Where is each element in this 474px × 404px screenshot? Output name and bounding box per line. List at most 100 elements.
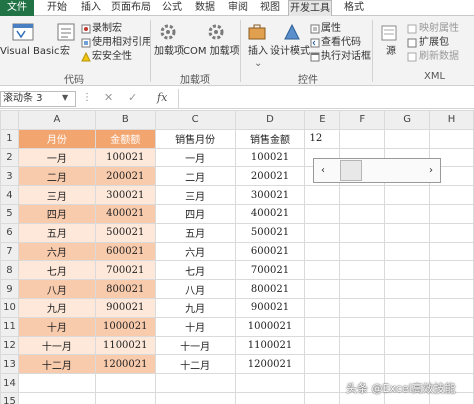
cell[interactable] [384,185,431,205]
cell[interactable] [304,316,341,337]
cell[interactable] [234,373,306,393]
cell[interactable] [429,335,474,356]
row-header[interactable]: 8 [0,260,19,281]
table-cell[interactable]: 200021 [94,166,156,187]
table-cell[interactable]: 200021 [234,166,306,187]
cell[interactable] [304,222,341,243]
cell[interactable] [304,335,341,356]
table-cell[interactable]: 500021 [234,222,306,243]
run-dialog-button[interactable]: 执行对话框 [321,51,371,63]
cell[interactable] [304,185,341,205]
row-header[interactable]: 13 [0,354,19,375]
cell[interactable] [429,354,474,375]
cell[interactable] [234,391,306,404]
row-header[interactable]: 12 [0,335,19,356]
select-all-corner[interactable] [0,110,19,130]
cell[interactable] [384,260,431,281]
cell[interactable] [384,335,431,356]
cell[interactable] [304,241,341,262]
cell[interactable] [304,279,341,299]
tab-review[interactable]: 审阅 [225,0,251,16]
cell[interactable] [429,222,474,243]
cell-header-month[interactable]: 月份 [17,128,96,149]
table-cell[interactable]: 十一月 [154,335,236,356]
cell[interactable] [154,373,236,393]
cell[interactable] [429,279,474,299]
confirm-icon[interactable]: ✓ [128,91,137,104]
table-cell[interactable]: 900021 [94,297,156,318]
tab-insert[interactable]: 插入 [78,0,104,16]
cell[interactable] [339,354,386,375]
tab-developer[interactable]: 开发工具 [288,0,332,17]
column-header[interactable]: A [17,110,96,130]
cell[interactable] [304,354,341,375]
table-cell[interactable]: 300021 [234,185,306,205]
table-cell[interactable]: 十月 [154,316,236,337]
cell-header-sales-amount[interactable]: 销售金额 [234,128,306,149]
table-cell[interactable]: 800021 [94,279,156,299]
cell[interactable] [384,316,431,337]
table-cell[interactable]: 一月 [17,147,96,168]
row-header[interactable]: 3 [0,166,19,187]
tab-data[interactable]: 数据 [192,0,218,16]
table-cell[interactable]: 九月 [154,297,236,318]
relative-reference-button[interactable]: 使用相对引用 [92,37,152,49]
cell[interactable] [384,203,431,224]
source-button[interactable]: 源 [386,46,396,58]
cell[interactable] [429,260,474,281]
table-cell[interactable]: 600021 [94,241,156,262]
table-cell[interactable]: 400021 [234,203,306,224]
cell[interactable] [339,222,386,243]
table-cell[interactable]: 四月 [17,203,96,224]
cell[interactable] [154,391,236,404]
table-cell[interactable]: 800021 [234,279,306,299]
table-cell[interactable]: 500021 [94,222,156,243]
column-header[interactable]: B [94,110,156,130]
properties-button[interactable]: 属性 [321,23,341,35]
formula-input[interactable] [182,91,470,107]
table-cell[interactable]: 七月 [154,260,236,281]
tab-format[interactable]: 格式 [340,0,368,16]
cell[interactable] [429,316,474,337]
table-cell[interactable]: 二月 [17,166,96,187]
table-cell[interactable]: 十月 [17,316,96,337]
cell[interactable] [304,297,341,318]
row-header[interactable]: 7 [0,241,19,262]
cell[interactable] [384,241,431,262]
cell[interactable] [94,391,156,404]
row-header[interactable]: 14 [0,373,19,393]
table-cell[interactable]: 十二月 [17,354,96,375]
tab-home[interactable]: 开始 [44,0,70,16]
design-mode-button[interactable]: 设计模式 [270,46,310,58]
table-cell[interactable]: 900021 [234,297,306,318]
cell[interactable] [429,297,474,318]
table-cell[interactable]: 1100021 [94,335,156,356]
table-cell[interactable]: 六月 [154,241,236,262]
column-header[interactable]: D [234,110,306,130]
cell-header-sales-month[interactable]: 销售月份 [154,128,236,149]
cell-linked-value[interactable]: 12 [304,128,341,149]
row-header[interactable]: 10 [0,297,19,318]
name-box-dropdown-icon[interactable]: ▼ [62,93,68,102]
table-cell[interactable]: 八月 [17,279,96,299]
table-cell[interactable]: 100021 [94,147,156,168]
tab-page-layout[interactable]: 页面布局 [110,0,152,16]
row-header[interactable]: 2 [0,147,19,168]
column-header[interactable]: F [339,110,386,130]
table-cell[interactable]: 四月 [154,203,236,224]
table-cell[interactable]: 九月 [17,297,96,318]
row-header[interactable]: 4 [0,185,19,205]
cell[interactable] [339,185,386,205]
table-cell[interactable]: 七月 [17,260,96,281]
row-header[interactable]: 5 [0,203,19,224]
cell[interactable] [304,373,341,393]
cell[interactable] [17,373,96,393]
com-addins-button[interactable]: COM 加载项 [183,46,240,58]
table-cell[interactable]: 三月 [154,185,236,205]
cell-header-amount[interactable]: 金额额 [94,128,156,149]
cell[interactable] [339,203,386,224]
cell[interactable] [429,241,474,262]
cell[interactable] [339,260,386,281]
table-cell[interactable]: 100021 [234,147,306,168]
table-cell[interactable]: 1200021 [94,354,156,375]
